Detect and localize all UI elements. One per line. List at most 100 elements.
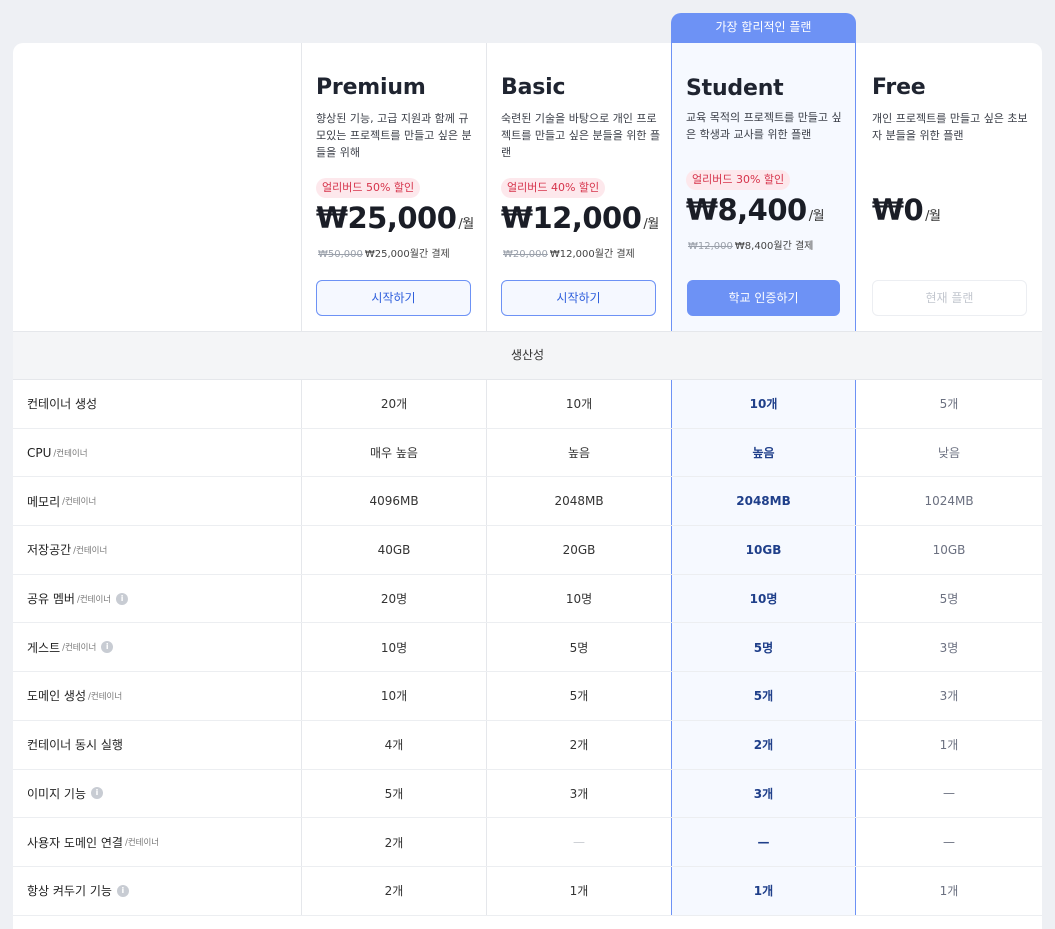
feature-label: 메모리/컨테이너 [13,477,301,525]
feature-value: 2개 [301,866,486,915]
feature-name: 이미지 기능 [27,786,87,801]
feature-name: 컨테이너 생성 [27,397,98,412]
discount-badge: 얼리버드 50% 할인 [316,178,421,198]
feature-value: — [671,818,856,866]
feature-label: 컨테이너 생성 [13,380,301,428]
feature-value: 높음 [486,428,671,477]
plan-price: ₩8,400/월 [686,193,825,227]
discount-badge: 얼리버드 40% 할인 [501,178,606,198]
feature-unit: /컨테이너 [73,545,108,556]
feature-rows: 컨테이너 생성 20개 10개 10개 5개 CPU/컨테이너 매우 높음 높음 높음 낮음 메모리… [13,380,1042,916]
feature-value: 10개 [486,380,671,428]
info-icon[interactable]: i [101,641,114,654]
feature-value: — [943,835,955,850]
info-icon[interactable]: i [91,787,104,800]
plan-description: 교육 목적의 프로젝트를 만들고 싶은 학생과 교사를 위한 플랜 [686,111,842,141]
feature-label: 게스트/컨테이너 i [13,623,301,671]
feature-name: CPU [27,445,52,460]
original-price: ₩12,000 [688,241,733,252]
feature-value: 4개 [301,720,486,769]
section-header: 생산성 [13,331,1042,380]
billing-text: ₩8,400월간 결제 [734,241,814,252]
feature-value: 3개 [671,769,856,818]
header-spacer [13,43,301,331]
plan-premium: Premium 향상된 기능, 고급 지원과 함께 규모있는 프로젝트를 만들고… [301,43,486,331]
feature-unit: /컨테이너 [62,497,97,508]
feature-value: 5개 [671,672,856,720]
feature-value: 5개 [301,769,486,818]
feature-value: 2개 [301,818,486,866]
feature-value: 10개 [301,672,486,720]
recommended-ribbon: 가장 합리적인 플랜 [671,13,856,45]
table-row: 메모리/컨테이너 4096MB 2048MB 2048MB 1024MB [13,477,1042,527]
table-row: 이미지 기능 i 5개 3개 3개 — [13,769,1042,819]
original-price: ₩20,000 [503,249,548,260]
feature-label: 항상 켜두기 기능 i [13,867,301,915]
info-icon[interactable]: i [116,884,129,897]
plan-description: 향상된 기능, 고급 지원과 함께 규모있는 프로젝트를 만들고 싶은 분들을 … [316,112,472,159]
discount-badge: 얼리버드 30% 할인 [686,170,791,190]
plan-name: Premium [316,75,426,100]
pricing-table: Premium 향상된 기능, 고급 지원과 함께 규모있는 프로젝트를 만들고… [13,43,1042,929]
plan-description: 개인 프로젝트를 만들고 싶은 초보자 분들을 위한 플랜 [872,112,1028,142]
feature-value: 3개 [939,689,959,704]
feature-value: 1개 [939,884,959,899]
feature-value: — [943,786,955,801]
info-icon[interactable]: i [116,592,129,605]
feature-value: 5명 [671,623,856,672]
feature-value: 10GB [932,542,966,557]
price-unit: /월 [925,209,941,224]
feature-label: 도메인 생성/컨테이너 [13,672,301,720]
feature-value: 낮음 [937,446,961,461]
feature-name: 메모리 [27,494,61,509]
feature-label: 공유 멤버/컨테이너 i [13,575,301,623]
feature-value: 10명 [671,574,856,623]
feature-value: 40GB [301,526,486,574]
feature-value: 2048MB [671,477,856,526]
feature-value: 10명 [301,623,486,672]
price-amount: ₩25,000 [316,201,457,235]
feature-value: 2개 [671,720,856,769]
feature-value: 1개 [939,738,959,753]
feature-value: 10명 [486,574,671,623]
billing-info: ₩50,000 ₩25,000월간 결제 [318,245,450,260]
plan-free: Free 개인 프로젝트를 만들고 싶은 초보자 분들을 위한 플랜 ₩0/월 … [856,43,1042,331]
plan-price: ₩25,000/월 [316,201,474,235]
feature-value: 3개 [486,769,671,818]
current-plan-button: 현재 플랜 [872,280,1027,316]
feature-value: 1개 [671,866,856,915]
feature-value: 3명 [939,640,959,655]
feature-name: 컨테이너 동시 실행 [27,738,123,753]
price-unit: /월 [808,209,825,224]
feature-label: CPU/컨테이너 [13,429,301,477]
feature-label: 저장공간/컨테이너 [13,526,301,574]
start-basic-button[interactable]: 시작하기 [501,280,656,316]
plan-description: 숙련된 기술을 바탕으로 개인 프로젝트를 만들고 싶은 분들을 위한 플랜 [501,112,661,159]
original-price: ₩50,000 [318,249,363,260]
verify-school-button[interactable]: 학교 인증하기 [687,280,840,316]
feature-name: 저장공간 [27,543,72,558]
feature-unit: /컨테이너 [88,691,123,702]
plan-name: Free [872,75,926,100]
feature-name: 게스트 [27,640,61,655]
feature-value: 1024MB [924,494,974,509]
feature-value: 5명 [486,623,671,672]
feature-value: 20GB [486,526,671,574]
feature-value: 매우 높음 [301,428,486,477]
feature-value: 1개 [486,866,671,915]
plan-price: ₩0/월 [872,193,941,227]
feature-value: 4096MB [301,477,486,526]
start-premium-button[interactable]: 시작하기 [316,280,471,316]
table-row: 항상 켜두기 기능 i 2개 1개 1개 1개 [13,866,1042,916]
plan-price: ₩12,000/월 [501,201,659,235]
feature-unit: /컨테이너 [62,643,97,654]
feature-value: 5명 [939,592,959,607]
billing-info: ₩20,000 ₩12,000월간 결제 [503,245,635,260]
table-row: 컨테이너 동시 실행 4개 2개 2개 1개 [13,720,1042,770]
feature-value: 5개 [486,672,671,720]
feature-unit: /컨테이너 [76,594,112,605]
table-row: 공유 멤버/컨테이너 i 20명 10명 10명 5명 [13,574,1042,624]
billing-text: ₩12,000월간 결제 [549,249,635,260]
feature-value: 10GB [671,526,856,574]
table-row: 게스트/컨테이너 i 10명 5명 5명 3명 [13,623,1042,673]
